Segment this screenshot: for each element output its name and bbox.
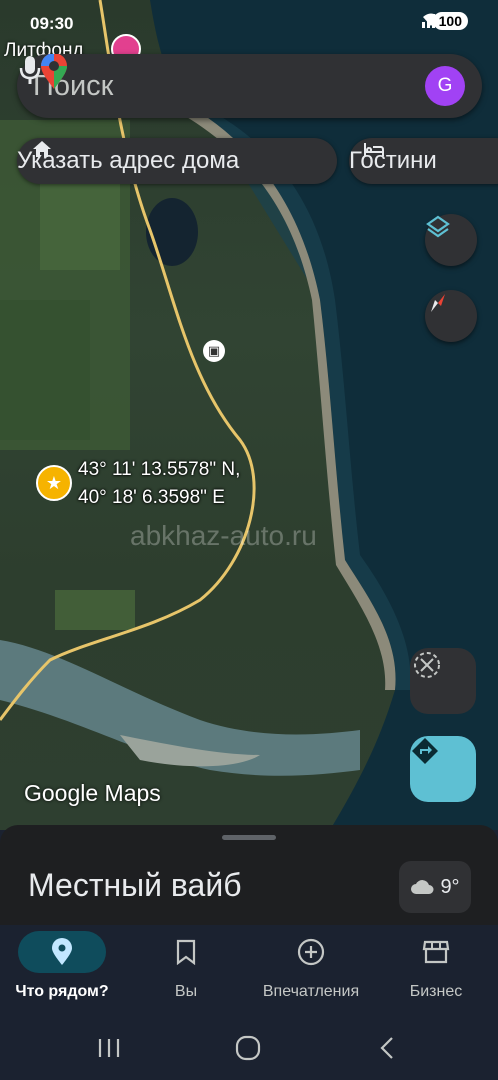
maps-pin-icon — [41, 54, 67, 89]
back-icon[interactable] — [373, 1033, 403, 1063]
compass-button[interactable] — [425, 290, 477, 342]
account-avatar[interactable]: G — [425, 66, 465, 106]
compass-icon — [431, 294, 445, 312]
layers-icon — [426, 215, 450, 238]
search-input[interactable]: Поиск — [33, 70, 425, 103]
hotel-icon — [364, 143, 384, 156]
google-maps-logo: Google Maps — [24, 780, 161, 806]
watermark: abkhaz-auto.ru — [130, 520, 317, 551]
nav-contribute[interactable]: Впечатления — [249, 925, 373, 1015]
layers-button[interactable] — [425, 214, 477, 266]
nav-contribute-label: Впечатления — [262, 983, 360, 1000]
status-icons: 100 — [421, 12, 468, 30]
nav-explore-label: Что рядом? — [15, 983, 109, 1000]
nav-business[interactable]: Бизнес — [374, 925, 498, 1015]
map-view[interactable]: 09:30 100 Литфонд ▣ ★ 43° 11' 13.5578" N… — [0, 0, 498, 830]
nav-business-label: Бизнес — [409, 983, 463, 1000]
directions-button[interactable] — [410, 736, 476, 802]
location-pin-icon — [52, 938, 72, 965]
cloud-icon — [411, 880, 434, 894]
weather-temp: 9° — [440, 875, 460, 898]
nav-you-label: Вы — [174, 983, 198, 1000]
home-icon — [33, 141, 51, 157]
location-target-icon — [414, 652, 440, 678]
nav-you[interactable]: Вы — [124, 925, 248, 1015]
coordinates-lon: 40° 18' 6.3598" E — [78, 487, 225, 508]
add-circle-icon — [297, 938, 325, 966]
nav-explore[interactable]: Что рядом? — [0, 925, 124, 1015]
sheet-handle[interactable] — [222, 835, 276, 840]
chip-home-address[interactable]: Указать адрес дома — [17, 138, 337, 184]
weather-chip[interactable]: 9° — [399, 861, 471, 913]
chip-hotels[interactable]: Гостини — [349, 138, 498, 184]
bookmark-icon — [176, 939, 196, 965]
storefront-icon — [422, 940, 450, 964]
recent-apps-icon[interactable] — [94, 1033, 124, 1063]
nav-contribute-icon-wrap — [267, 931, 355, 973]
directions-icon — [412, 738, 438, 764]
nav-business-icon-wrap — [392, 931, 480, 973]
coordinates-lat: 43° 11' 13.5578" N, — [78, 459, 241, 480]
status-time: 09:30 — [30, 14, 74, 33]
bottom-sheet[interactable]: Местный вайб 9° — [0, 825, 498, 925]
system-navigation-bar — [0, 1015, 498, 1080]
home-button-icon[interactable] — [233, 1033, 263, 1063]
nav-explore-icon-wrap — [18, 931, 106, 973]
my-location-button[interactable] — [410, 648, 476, 714]
saved-place-star-icon[interactable]: ★ — [36, 465, 72, 501]
microphone-icon[interactable] — [17, 54, 43, 86]
train-station-icon[interactable]: ▣ — [203, 340, 225, 362]
sheet-title: Местный вайб — [28, 867, 242, 903]
search-bar[interactable]: Поиск G — [17, 54, 482, 118]
status-bar: 09:30 100 — [30, 12, 468, 36]
nav-you-icon-wrap — [142, 931, 230, 973]
bottom-navigation: Что рядом? Вы Впечатления Бизнес — [0, 925, 498, 1015]
coordinates-label: 43° 11' 13.5578" N, 40° 18' 6.3598" E — [78, 456, 240, 512]
